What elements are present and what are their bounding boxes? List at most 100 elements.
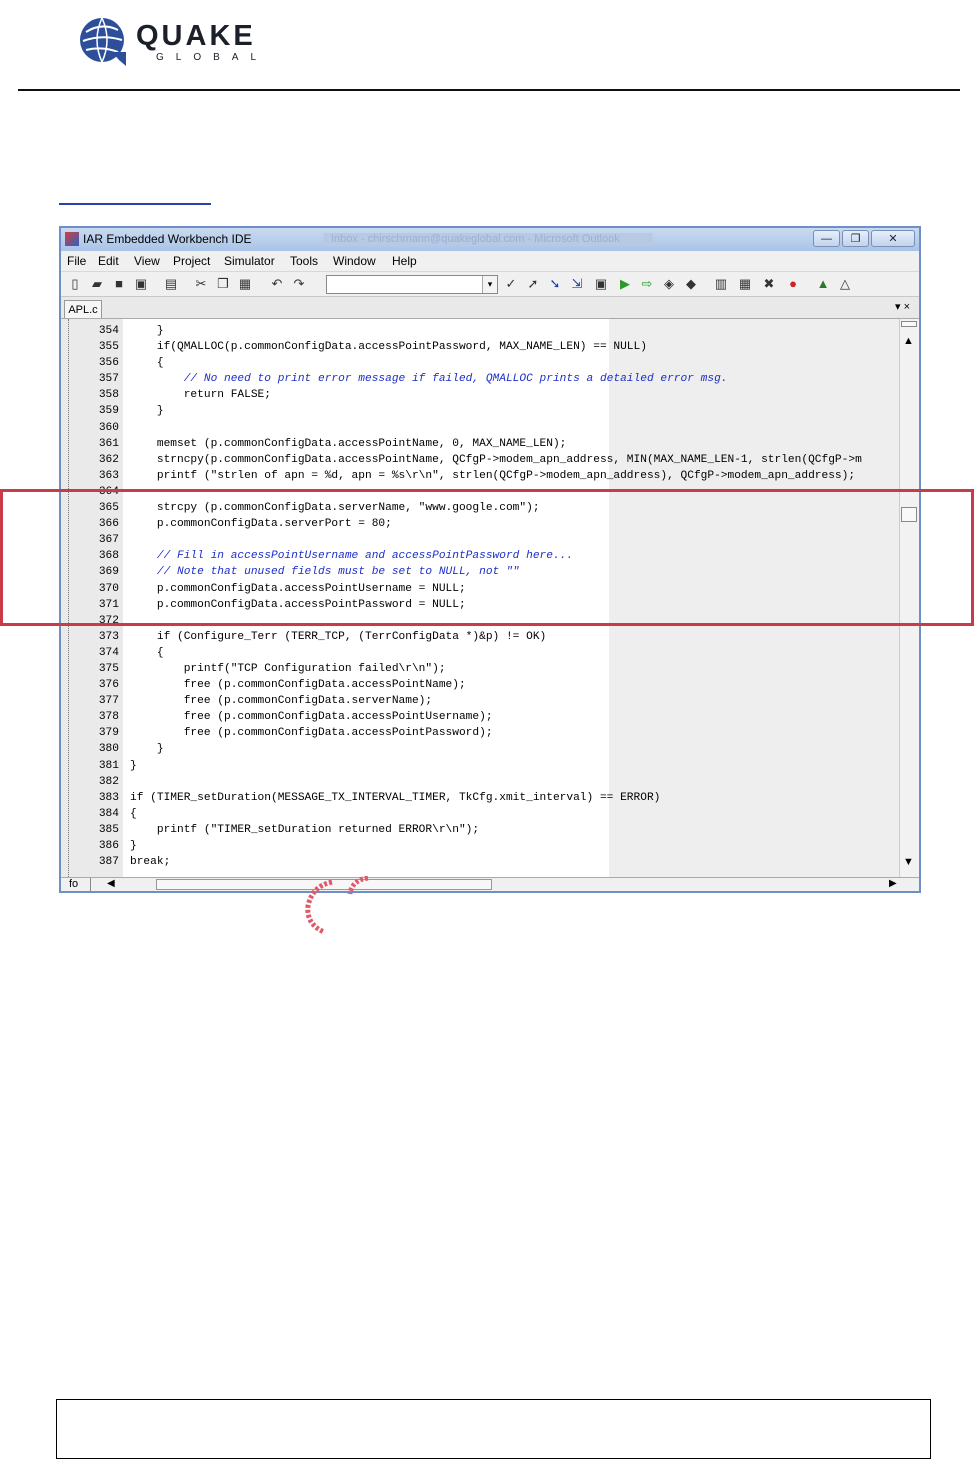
menu-window[interactable]: Window: [333, 254, 376, 268]
line-number: 382: [98, 775, 119, 788]
line-text: printf ("TIMER_setDuration returned ERRO…: [130, 823, 480, 836]
batch-build-icon[interactable]: ▦: [737, 276, 753, 292]
save-all-icon[interactable]: ▣: [133, 276, 149, 292]
next-bookmark-icon[interactable]: ▶: [617, 276, 633, 292]
goto-icon[interactable]: ➘: [547, 276, 563, 292]
line-number: 355: [98, 341, 119, 354]
code-line: 378 free (p.commonConfigData.accessPoint…: [61, 709, 899, 725]
bookmark-icon[interactable]: ⇲: [569, 276, 585, 292]
line-number: 378: [98, 711, 119, 724]
menu-help[interactable]: Help: [392, 254, 417, 268]
brand-name: QUAKE: [136, 20, 256, 52]
line-text: break;: [130, 856, 171, 869]
line-number: 386: [98, 840, 119, 852]
code-line: 379 free (p.commonConfigData.accessPoint…: [61, 725, 899, 741]
combo-dropdown-icon[interactable]: ▾: [482, 276, 497, 293]
make-icon[interactable]: ◆: [683, 276, 699, 292]
code-line: 361 memset (p.commonConfigData.accessPoi…: [61, 436, 899, 452]
line-number: 375: [98, 662, 119, 675]
code-line: 359 }: [61, 403, 899, 419]
save-icon[interactable]: ■: [111, 276, 127, 292]
code-line: 376 free (p.commonConfigData.accessPoint…: [61, 677, 899, 693]
line-number: 358: [98, 389, 119, 402]
options-icon[interactable]: ✖: [761, 276, 777, 292]
line-text: strncpy(p.commonConfigData.accessPointNa…: [130, 453, 862, 466]
title-bar[interactable]: IAR Embedded Workbench IDE Inbox - chirs…: [61, 228, 919, 251]
app-icon: [65, 232, 79, 246]
tab-controls[interactable]: ▾ ×: [895, 300, 910, 313]
find-combo-box[interactable]: ▾: [326, 275, 498, 294]
code-line: 386}: [61, 838, 899, 854]
find-next-icon[interactable]: ➚: [525, 276, 541, 292]
code-line: 383 if (TIMER_setDuration(MESSAGE_TX_INTE…: [61, 790, 899, 806]
code-line: 384 {: [61, 806, 899, 822]
debug-icon[interactable]: ▲: [815, 276, 831, 292]
menu-view[interactable]: View: [134, 254, 160, 268]
code-line: 377 free (p.commonConfigData.serverName)…: [61, 693, 899, 709]
line-text: }: [130, 743, 164, 756]
undo-icon[interactable]: ↶: [269, 276, 285, 292]
line-number: 363: [98, 469, 119, 482]
menu-project[interactable]: Project: [173, 254, 210, 268]
line-number: 387: [98, 856, 119, 869]
code-line: 374 {: [61, 645, 899, 661]
close-button[interactable]: ✕: [871, 230, 915, 247]
code-line: 362 strncpy(p.commonConfigData.accessPoi…: [61, 452, 899, 468]
line-number: 383: [98, 791, 119, 804]
line-number: 359: [98, 405, 119, 418]
code-line: 387 break;: [61, 854, 899, 870]
line-text: if (Configure_Terr (TERR_TCP, (TerrConfi…: [130, 630, 547, 643]
line-text: }: [130, 325, 164, 337]
prev-bookmark-icon[interactable]: ⇨: [639, 276, 655, 292]
menu-tools[interactable]: Tools: [290, 254, 318, 268]
tab-apl-c[interactable]: APL.c: [64, 300, 102, 318]
maximize-button[interactable]: ❐: [842, 230, 869, 247]
minimize-button[interactable]: —: [813, 230, 840, 247]
hyperlink-underline[interactable]: [59, 203, 211, 205]
blurred-title-info: Inbox - chirschmann@quakeglobal.com - Mi…: [323, 233, 653, 246]
stop-build-icon[interactable]: ▥: [713, 276, 729, 292]
compile-icon[interactable]: ◈: [661, 276, 677, 292]
code-line: 373 if (Configure_Terr (TERR_TCP, (TerrC…: [61, 629, 899, 645]
line-text: if(QMALLOC(p.commonConfigData.accessPoin…: [130, 341, 647, 354]
toolbar: ▯ ▰ ■ ▣ ▤ ✂ ❐ ▦ ↶ ↷ ▾ ✓ ➚ ➘ ⇲ ▣ ▶ ⇨ ◈ ◆ …: [61, 271, 919, 297]
menu-file[interactable]: File: [67, 254, 86, 268]
menu-edit[interactable]: Edit: [98, 254, 119, 268]
line-number: 362: [98, 453, 119, 466]
menu-simulator[interactable]: Simulator: [224, 254, 275, 268]
line-text: printf("TCP Configuration failed\r\n");: [130, 662, 446, 675]
highlight-box: [0, 489, 974, 626]
split-handle[interactable]: [901, 321, 917, 327]
line-number: 381: [98, 759, 119, 772]
line-text: free (p.commonConfigData.accessPointPass…: [130, 727, 493, 740]
code-line: 382: [61, 774, 899, 790]
line-text: free (p.commonConfigData.accessPointUser…: [130, 711, 493, 724]
cut-icon[interactable]: ✂: [193, 276, 209, 292]
menu-bar: File Edit View Project Simulator Tools W…: [61, 251, 919, 271]
globe-logo-icon: [80, 17, 126, 66]
breakpoint-icon[interactable]: ●: [785, 276, 801, 292]
line-number: 380: [98, 743, 119, 756]
new-file-icon[interactable]: ▯: [67, 276, 83, 292]
line-number: 373: [98, 630, 119, 643]
copy-icon[interactable]: ❐: [215, 276, 231, 292]
toggle-bookmark-icon[interactable]: ▣: [593, 276, 609, 292]
line-text: {: [130, 807, 137, 820]
scroll-left-icon[interactable]: ◀: [107, 878, 115, 889]
function-navigator[interactable]: fo: [65, 878, 91, 891]
debug-no-download-icon[interactable]: △: [837, 276, 853, 292]
scroll-down-icon[interactable]: ▼: [903, 856, 914, 868]
line-text: if (TIMER_setDuration(MESSAGE_TX_INTERVA…: [130, 791, 661, 804]
scroll-right-icon[interactable]: ▶: [889, 878, 897, 889]
line-number: 376: [98, 679, 119, 692]
line-number: 377: [98, 695, 119, 708]
line-text: }: [130, 405, 164, 418]
redo-icon[interactable]: ↷: [291, 276, 307, 292]
horizontal-scrollbar[interactable]: fo ◀ ▶: [61, 877, 919, 891]
paste-icon[interactable]: ▦: [237, 276, 253, 292]
open-folder-icon[interactable]: ▰: [89, 276, 105, 292]
find-icon[interactable]: ✓: [503, 276, 519, 292]
scroll-up-icon[interactable]: ▲: [903, 335, 914, 347]
line-number: 379: [98, 727, 119, 740]
print-icon[interactable]: ▤: [163, 276, 179, 292]
